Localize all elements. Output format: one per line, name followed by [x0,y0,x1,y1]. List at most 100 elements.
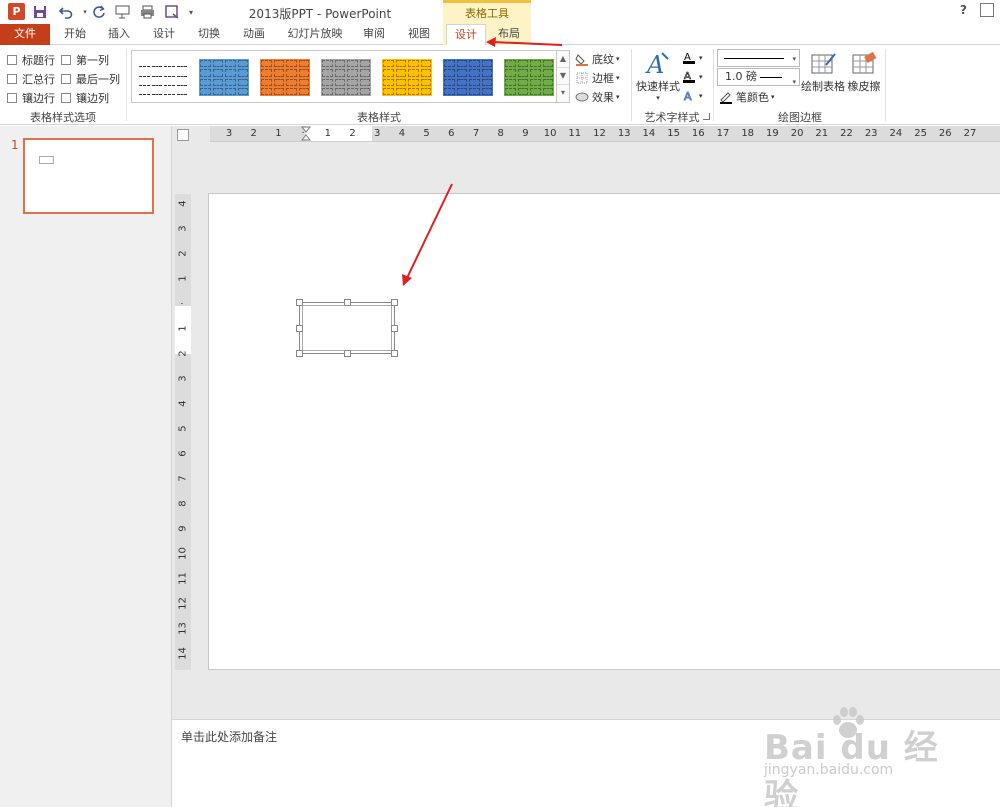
resize-handle[interactable] [296,350,303,357]
gallery-down-icon[interactable]: ▼ [557,68,569,85]
text-outline-button[interactable]: A ▾ [682,70,703,83]
indent-marker-icon[interactable] [301,126,311,142]
help-icon[interactable]: ? [960,3,967,17]
eraser-icon [850,50,878,78]
pen-color-button[interactable]: 笔颜色 ▾ [719,89,775,105]
ruler-tick-label: 2 [250,128,257,139]
borders-button[interactable]: 边框 ▾ [575,70,620,86]
ruler-tick-label: 7 [177,475,189,482]
pen-style-dropdown[interactable]: ▾ [717,49,800,67]
swatch-cell [151,79,162,86]
text-effects-button[interactable]: A ▾ [682,89,703,102]
tab-table-design[interactable]: 设计 [446,24,486,46]
draw-table-button[interactable]: 绘制表格 [801,50,845,94]
banded-rows-label: 镶边行 [22,92,55,105]
swatch-cell [176,79,187,86]
tab-table-layout[interactable]: 布局 [490,24,528,45]
tab-animations[interactable]: 动画 [235,24,273,45]
swatch-cell [334,69,345,77]
paint-bucket-icon [575,53,589,66]
ruler-tick-label: 18 [741,128,755,139]
table-cell[interactable] [302,305,392,351]
swatch-cell [164,69,175,77]
table-style-swatch[interactable] [138,59,188,96]
banded-rows-checkbox[interactable]: 镶边行 [7,90,55,106]
tab-file[interactable]: 文件 [0,24,50,45]
resize-handle[interactable] [391,299,398,306]
swatch-cell [542,87,553,95]
swatch-cell [530,60,541,68]
resize-handle[interactable] [344,299,351,306]
ruler-tick-label: 8 [177,500,189,507]
wordart-dialog-launcher-icon[interactable] [703,113,710,120]
tab-home[interactable]: 开始 [56,24,94,45]
eraser-label: 橡皮擦 [847,80,881,93]
resize-handle[interactable] [344,350,351,357]
tab-insert[interactable]: 插入 [100,24,138,45]
swatch-cell [225,60,236,68]
shading-button[interactable]: 底纹 ▾ [575,51,620,67]
tab-selector[interactable] [177,129,189,141]
resize-handle[interactable] [391,350,398,357]
vertical-ruler[interactable]: 4 3 2 1 · 1 2 3 4 5 6 7 8 9 10 11 12 13 14 [175,194,191,670]
last-column-label: 最后一列 [76,73,120,86]
table-style-swatch[interactable] [382,59,432,96]
tab-review[interactable]: 审阅 [355,24,393,45]
swatch-cell [456,87,467,95]
eraser-button[interactable]: 橡皮擦 [846,50,882,94]
ruler-tick-label: 27 [963,128,977,139]
slide-canvas[interactable] [208,193,1000,670]
tab-view[interactable]: 视图 [400,24,438,45]
swatch-cell [212,60,223,68]
notes-placeholder[interactable]: 单击此处添加备注 [181,728,277,745]
slide-number: 1 [11,138,19,152]
swatch-cell [151,69,162,77]
table-style-swatch[interactable] [321,59,371,96]
header-row-checkbox[interactable]: 标题行 [7,52,55,68]
ruler-tick-label: 5 [423,128,430,139]
ruler-tick-label: 11 [177,572,189,585]
text-fill-button[interactable]: A ▾ [682,51,703,64]
banded-columns-checkbox[interactable]: 镶边列 [61,90,109,106]
gallery-more-icon[interactable]: ▾ [557,85,569,102]
ruler-tick-label: 24 [889,128,903,139]
ruler-tick-label: 6 [177,450,189,457]
table-styles-gallery[interactable] [131,50,557,103]
table-style-swatch[interactable] [443,59,493,96]
gallery-scroll[interactable]: ▲ ▼ ▾ [557,50,570,103]
swatch-cell [334,60,345,68]
checkbox-icon [61,55,71,65]
tab-transitions[interactable]: 切换 [190,24,228,45]
checkbox-icon [7,55,17,65]
pen-weight-dropdown[interactable]: 1.0 磅 ▾ [717,68,800,86]
effects-button[interactable]: 效果 ▾ [575,89,620,105]
swatch-cell [395,78,406,86]
ruler-tick-label: · [177,301,189,306]
table-style-swatch[interactable] [504,59,554,96]
ruler-tick-label: 4 [177,200,189,207]
swatch-cell [212,69,223,77]
resize-handle[interactable] [391,325,398,332]
slide-thumbnail[interactable] [23,138,154,214]
table-shape[interactable] [296,299,398,357]
ruler-tick-label: 1 [177,325,189,332]
swatch-cell [298,78,309,86]
tab-design-main[interactable]: 设计 [145,24,183,45]
ruler-tick-label: 14 [177,647,189,660]
table-style-swatch[interactable] [260,59,310,96]
total-row-checkbox[interactable]: 汇总行 [7,71,55,87]
resize-handle[interactable] [296,325,303,332]
ruler-tick-label: 6 [448,128,455,139]
table-style-swatch[interactable] [199,59,249,96]
last-column-checkbox[interactable]: 最后一列 [61,71,120,87]
first-column-checkbox[interactable]: 第一列 [61,52,109,68]
swatch-cell [164,88,175,95]
swatch-cell [261,60,272,68]
gallery-up-icon[interactable]: ▲ [557,51,569,68]
resize-handle[interactable] [296,299,303,306]
horizontal-ruler[interactable]: 3 2 1 · 1 2 3 4 5 6 7 8 9 10 11 12 13 14 15 16 17 18 19 20 21 22 2… [210,126,1000,142]
quick-styles-button[interactable]: A 快速样式 ▾ [636,50,680,102]
swatch-cell [261,69,272,77]
ribbon-display-options-icon[interactable] [980,3,994,17]
tab-slideshow[interactable]: 幻灯片放映 [282,24,348,45]
